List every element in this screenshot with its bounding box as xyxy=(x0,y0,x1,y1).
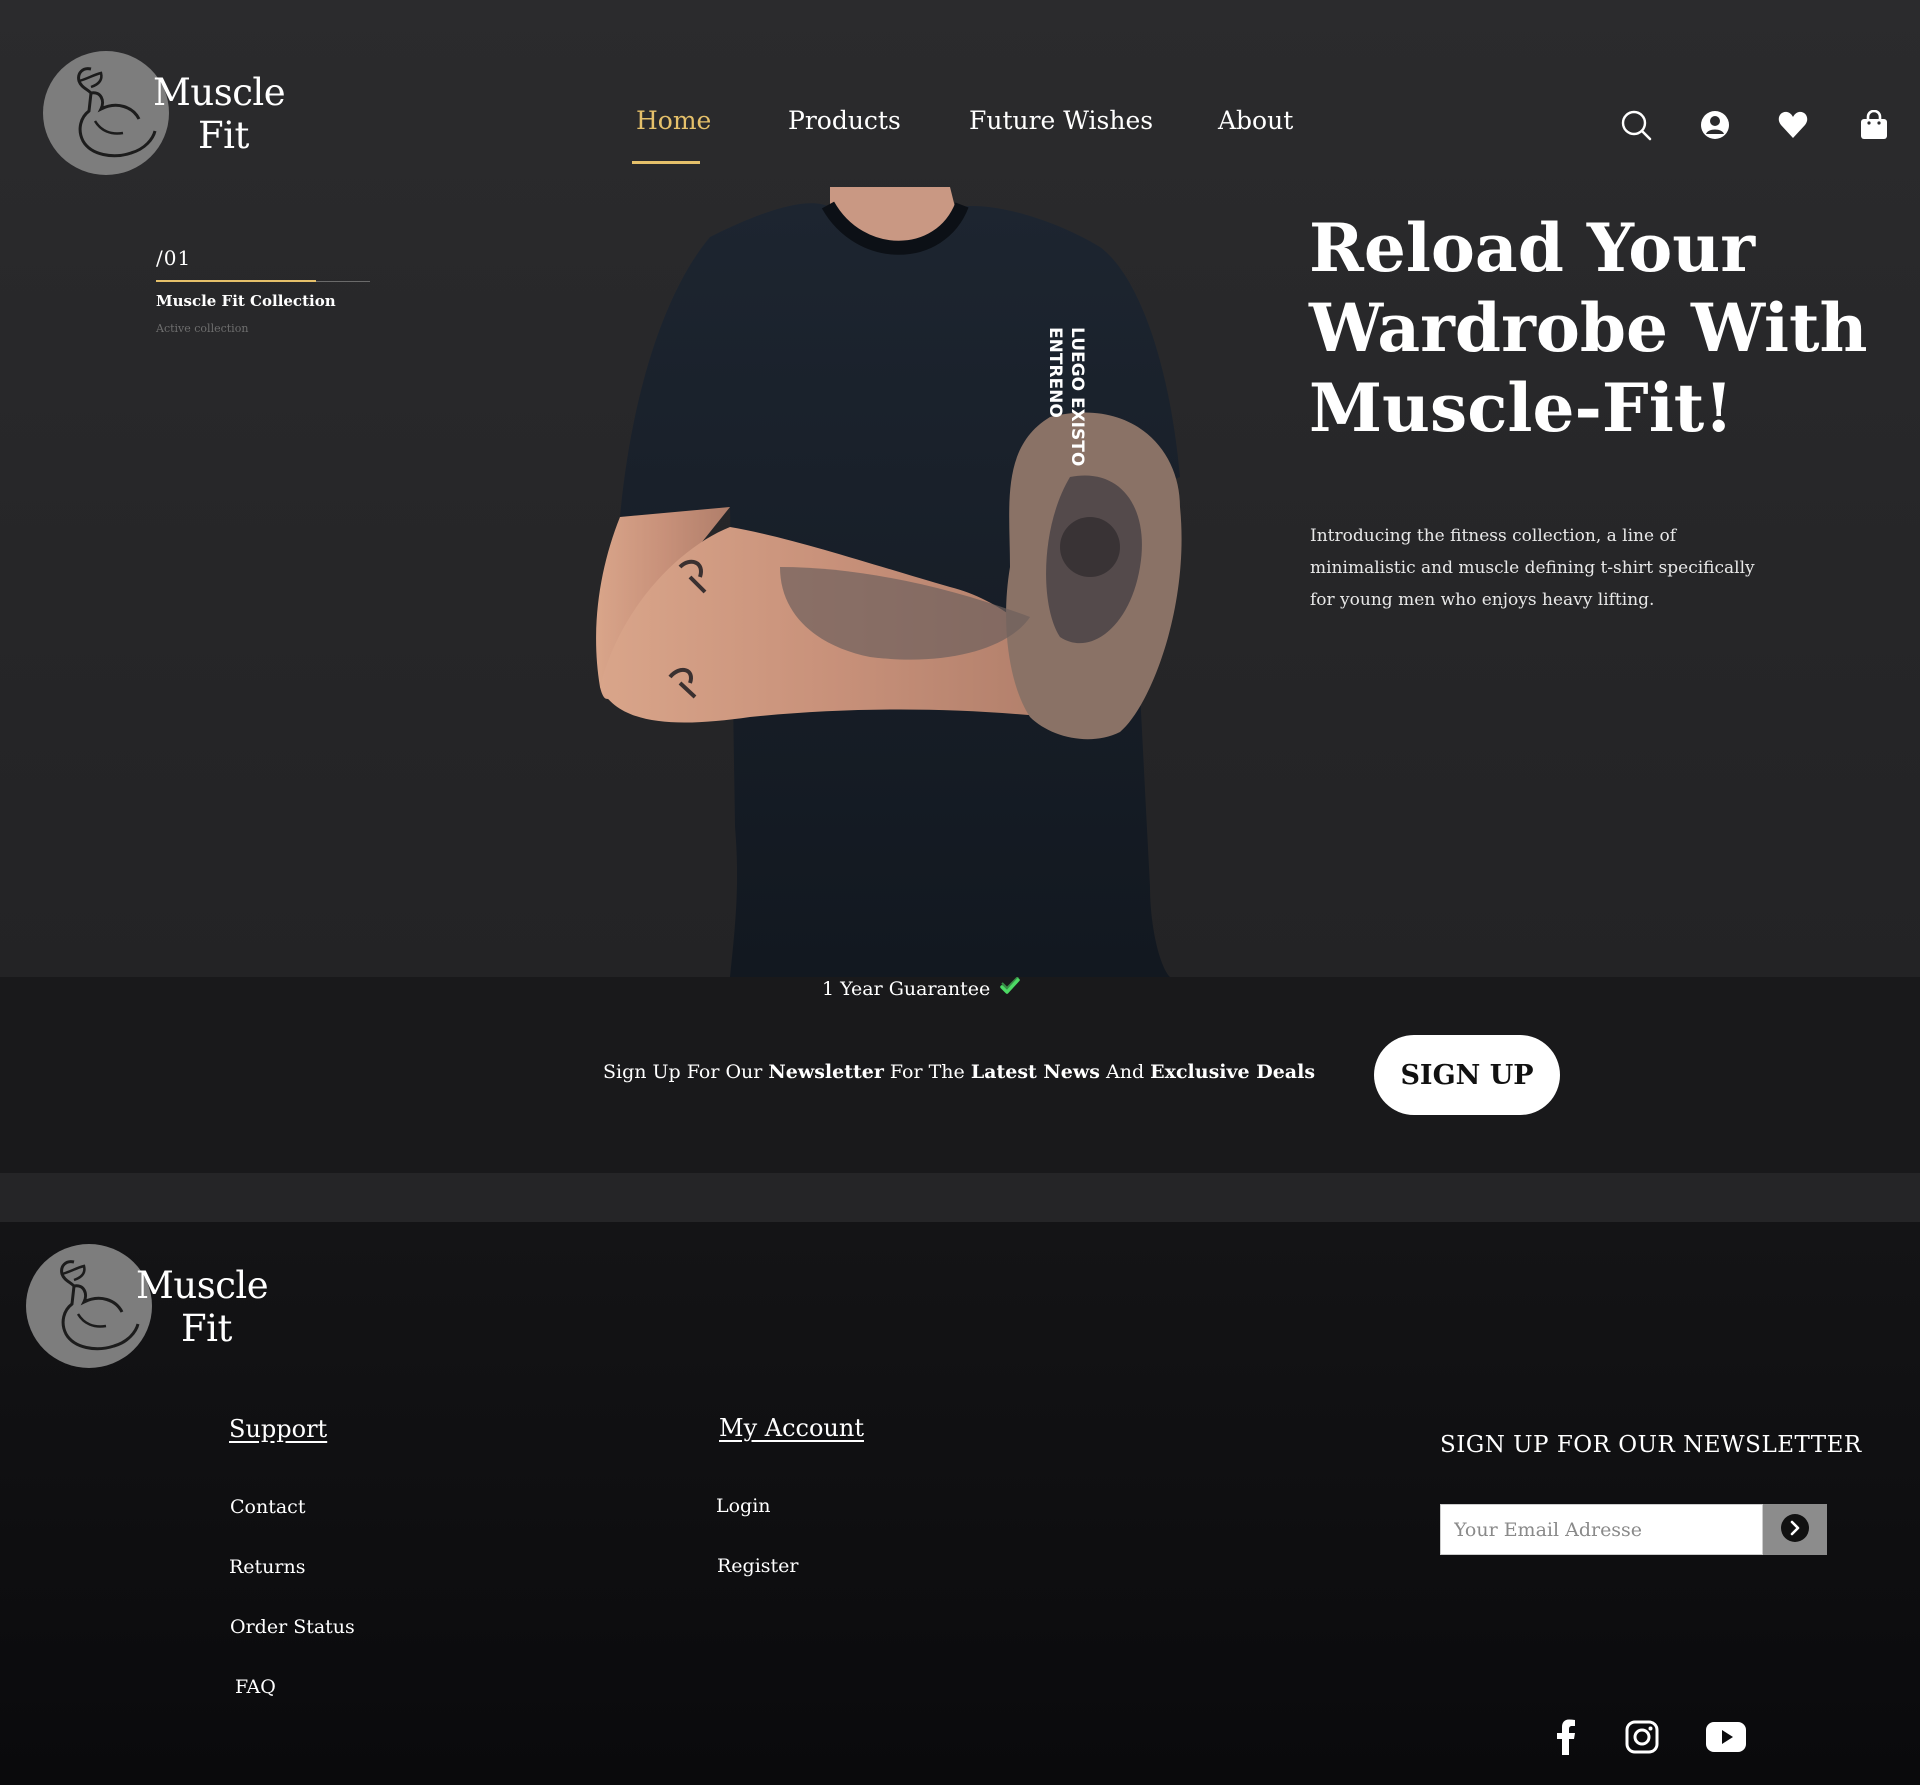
heart-icon[interactable] xyxy=(1776,108,1810,142)
shopping-bag-icon[interactable] xyxy=(1857,108,1891,142)
shirt-print-line-2: LUEGO EXISTO xyxy=(1067,327,1087,466)
youtube-icon[interactable] xyxy=(1706,1717,1746,1757)
footer-link-contact[interactable]: Contact xyxy=(230,1496,305,1518)
nav-item-home[interactable]: Home xyxy=(636,106,711,135)
slide-subtitle: Active collection xyxy=(156,322,249,335)
footer-link-faq[interactable]: FAQ xyxy=(235,1676,276,1698)
nav-active-underline xyxy=(632,161,700,164)
facebook-icon[interactable] xyxy=(1546,1717,1586,1757)
flexed-arm-icon xyxy=(26,1244,152,1368)
email-input[interactable] xyxy=(1440,1504,1763,1555)
guarantee-badge: 1 Year Guarantee xyxy=(822,976,1020,1000)
hero-section: Muscle Fit Home Products Future Wishes A… xyxy=(0,0,1920,977)
newsletter-cta-text: Sign Up For Our Newsletter For The Lates… xyxy=(603,1061,1316,1083)
brand-name-line-2: Fit xyxy=(181,1307,232,1350)
guarantee-text: 1 Year Guarantee xyxy=(822,977,991,1000)
shirt-print-line-1: ENTRENO xyxy=(1045,327,1065,418)
nav-item-products[interactable]: Products xyxy=(788,106,901,135)
check-icon xyxy=(1000,976,1020,1000)
slide-number: /01 xyxy=(156,246,192,270)
hero-description: Introducing the fitness collection, a li… xyxy=(1310,526,1755,610)
section-divider xyxy=(0,1173,1920,1222)
brand-name-line-1: Muscle xyxy=(136,1264,269,1307)
hero-model-image: ENTRENO LUEGO EXISTO xyxy=(596,187,1182,977)
instagram-icon[interactable] xyxy=(1622,1717,1662,1757)
slider-indicator[interactable]: /01 Muscle Fit Collection Active collect… xyxy=(156,246,370,335)
signup-button[interactable]: SIGN UP xyxy=(1374,1035,1560,1115)
nav-item-about[interactable]: About xyxy=(1218,106,1293,135)
footer-newsletter-heading: SIGN UP FOR OUR NEWSLETTER xyxy=(1440,1432,1862,1458)
support-heading[interactable]: Support xyxy=(229,1415,327,1443)
search-icon[interactable] xyxy=(1619,108,1653,142)
arrow-right-icon xyxy=(1780,1513,1810,1546)
hero-title: Reload Your Wardrobe With Muscle-Fit! xyxy=(1309,209,1868,447)
email-submit-button[interactable] xyxy=(1763,1504,1827,1555)
footer-link-login[interactable]: Login xyxy=(716,1495,771,1517)
my-account-heading[interactable]: My Account xyxy=(719,1414,864,1442)
footer-link-register[interactable]: Register xyxy=(717,1555,799,1577)
slide-title: Muscle Fit Collection xyxy=(156,292,336,310)
footer-brand-logo[interactable]: Muscle Fit xyxy=(26,1244,269,1370)
slide-progress-fill xyxy=(156,280,316,282)
footer-link-returns[interactable]: Returns xyxy=(229,1556,306,1578)
newsletter-form xyxy=(1440,1504,1827,1555)
nav-item-future-wishes[interactable]: Future Wishes xyxy=(969,106,1153,135)
footer-link-order-status[interactable]: Order Status xyxy=(230,1616,355,1638)
user-icon[interactable] xyxy=(1698,108,1732,142)
